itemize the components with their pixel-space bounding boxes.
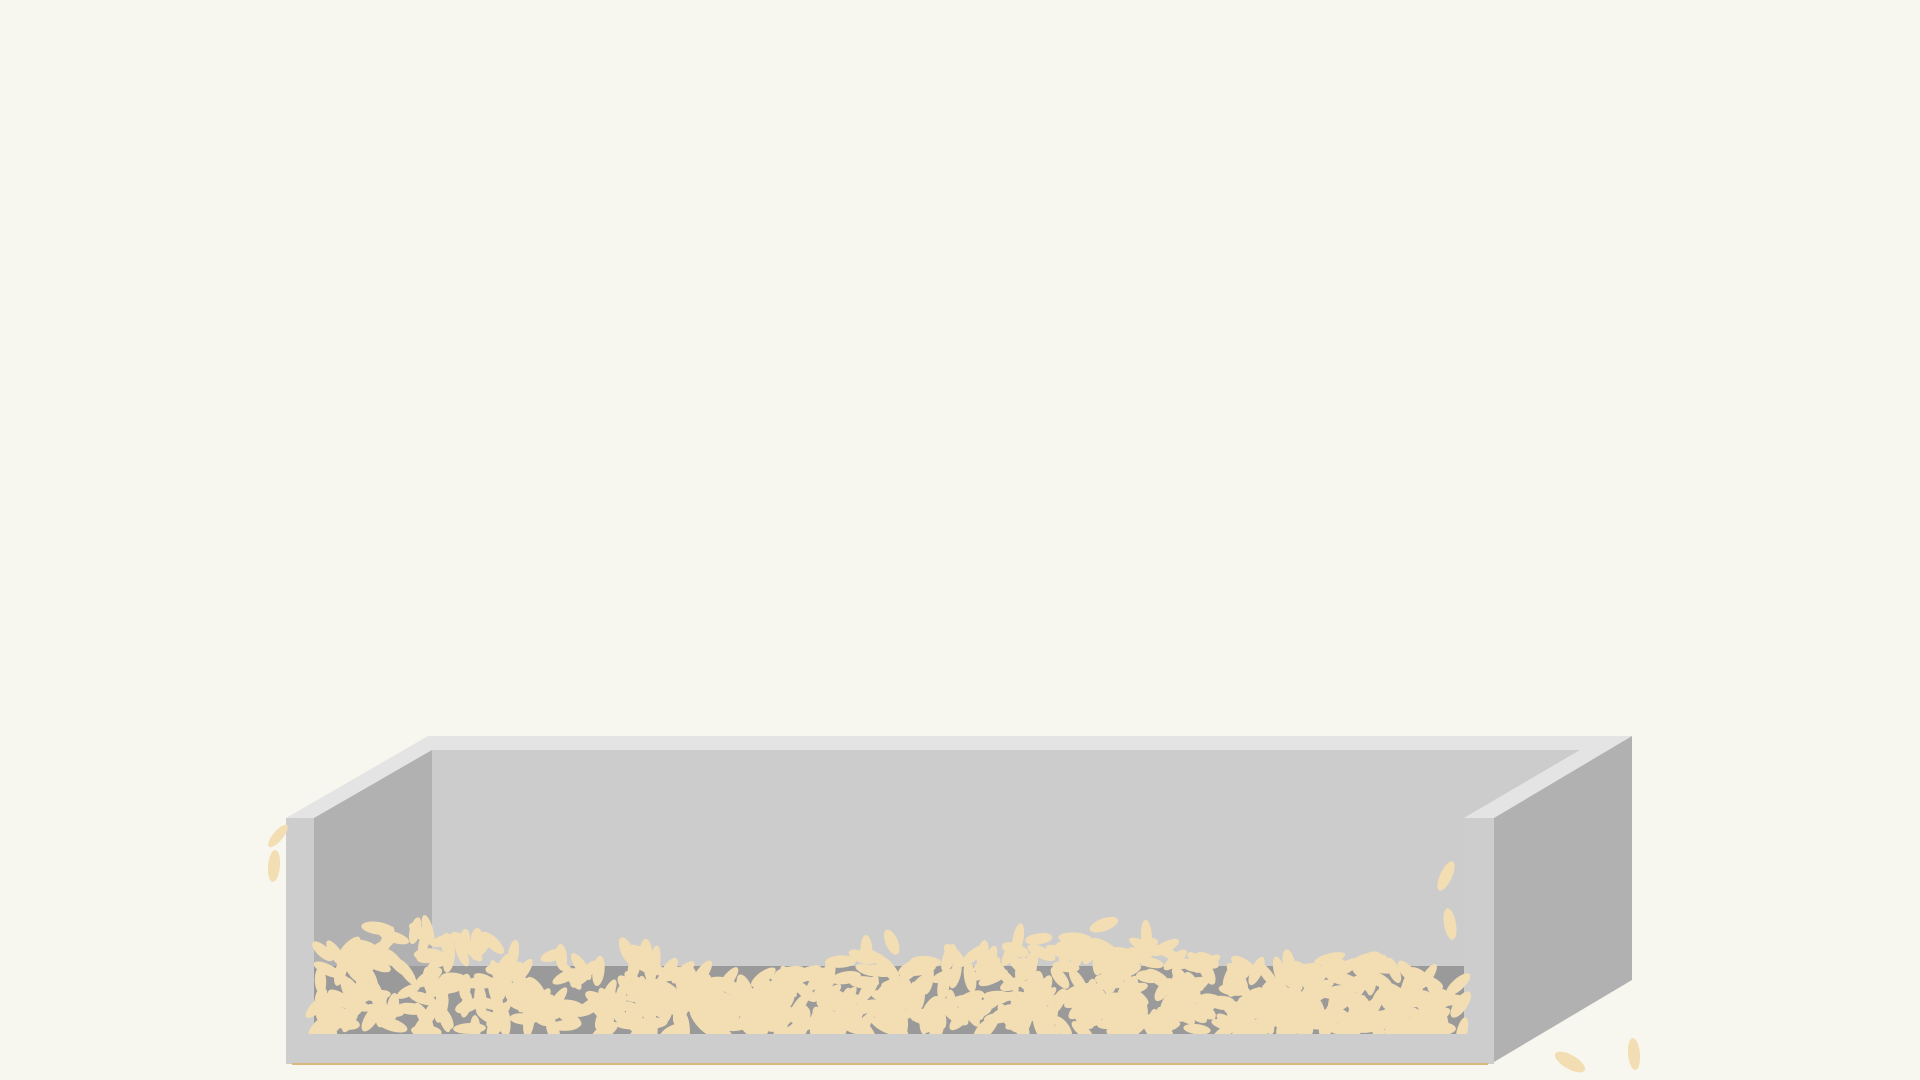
tray-right-post bbox=[1464, 818, 1494, 1062]
tray-left-post bbox=[286, 818, 314, 1064]
rice-tray-scene bbox=[0, 0, 1920, 1080]
tray-front-bar bbox=[286, 1034, 1494, 1064]
rice-grain bbox=[1206, 995, 1235, 1008]
tray bbox=[286, 736, 1632, 1065]
